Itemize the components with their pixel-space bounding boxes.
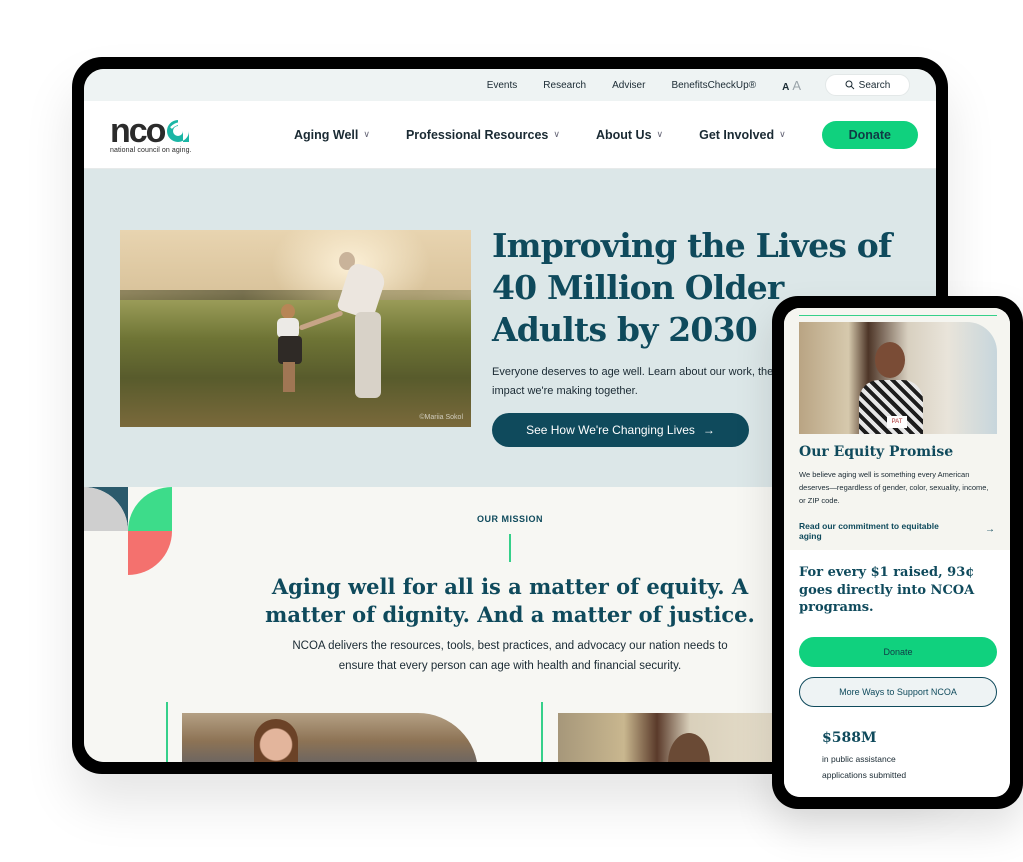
font-size-toggle: A A — [782, 78, 801, 93]
nav-item-professional-resources[interactable]: Professional Resources ∨ — [406, 128, 560, 142]
divider — [509, 534, 511, 562]
card-photo[interactable] — [182, 713, 478, 762]
utility-link-adviser[interactable]: Adviser — [612, 80, 645, 91]
phone-screen: PAT Our Equity Promise We believe aging … — [784, 308, 1010, 797]
equity-section: PAT Our Equity Promise We believe aging … — [784, 308, 1010, 550]
nav-item-label: About Us — [595, 127, 652, 142]
arrow-right-icon[interactable]: → — [985, 524, 995, 535]
font-size-large-button[interactable]: A — [792, 78, 801, 93]
donate-button[interactable]: Donate — [821, 120, 918, 149]
name-tag: PAT — [887, 416, 907, 428]
chevron-down-icon: ∨ — [779, 129, 786, 139]
nav-item-about-us[interactable]: About Us ∨ — [596, 128, 663, 142]
hero-photo: ©Mariia Sokol — [120, 230, 471, 427]
support-title: For every $1 raised, 93¢ goes directly i… — [799, 565, 975, 615]
device-mockup-stage: Events Research Adviser BenefitsCheckUp®… — [0, 0, 1023, 862]
chevron-down-icon: ∨ — [553, 129, 560, 139]
phone-donate-button[interactable]: Donate — [799, 637, 997, 667]
decorative-shapes-icon — [84, 487, 172, 575]
cta-label: See How We're Changing Lives — [526, 423, 695, 437]
support-section: For every $1 raised, 93¢ goes directly i… — [784, 550, 1010, 797]
logo-tagline: national council on aging. — [110, 146, 192, 154]
photo-child — [275, 304, 305, 400]
search-icon — [845, 80, 855, 90]
nav-item-label: Get Involved — [699, 127, 775, 142]
utility-link-research[interactable]: Research — [543, 80, 586, 91]
more-ways-button[interactable]: More Ways to Support NCOA — [799, 677, 997, 707]
ncoa-logo[interactable]: nco national council on aging. — [110, 114, 230, 154]
chevron-down-icon: ∨ — [363, 129, 370, 139]
utility-bar: Events Research Adviser BenefitsCheckUp®… — [84, 69, 936, 101]
equity-description: We believe aging well is something every… — [799, 470, 989, 505]
photo-grandfather — [325, 252, 395, 402]
equity-commitment-link[interactable]: Read our commitment to equitable aging — [799, 521, 949, 541]
equity-title: Our Equity Promise — [799, 444, 954, 460]
card-photo[interactable] — [558, 713, 778, 762]
divider — [541, 702, 543, 762]
nav-item-get-involved[interactable]: Get Involved ∨ — [699, 128, 786, 142]
phone-frame: PAT Our Equity Promise We believe aging … — [772, 296, 1023, 809]
nav-item-label: Professional Resources — [405, 127, 549, 142]
search-button[interactable]: Search — [825, 74, 910, 96]
see-how-cta-button[interactable]: See How We're Changing Lives → — [492, 413, 749, 447]
divider — [166, 702, 168, 762]
main-nav: nco national council on aging. Aging Wel… — [84, 101, 936, 169]
stat-value: $588M — [822, 730, 877, 746]
equity-photo: PAT — [799, 322, 997, 434]
utility-link-benefitscheckup[interactable]: BenefitsCheckUp® — [671, 80, 756, 91]
font-size-small-button[interactable]: A — [782, 82, 789, 93]
logo-a-mark-icon — [167, 119, 190, 142]
photo-credit: ©Mariia Sokol — [419, 414, 463, 421]
nav-item-aging-well[interactable]: Aging Well ∨ — [294, 128, 370, 142]
nav-menu: Aging Well ∨ Professional Resources ∨ Ab… — [294, 120, 918, 149]
chevron-down-icon: ∨ — [656, 129, 664, 139]
logo-wordmark: nco — [110, 114, 230, 148]
arrow-right-icon: → — [702, 423, 715, 437]
divider — [799, 315, 997, 316]
utility-link-events[interactable]: Events — [487, 80, 518, 91]
stat-label: in public assistance applications submit… — [822, 754, 907, 780]
nav-item-label: Aging Well — [294, 127, 359, 142]
search-label: Search — [858, 79, 891, 91]
